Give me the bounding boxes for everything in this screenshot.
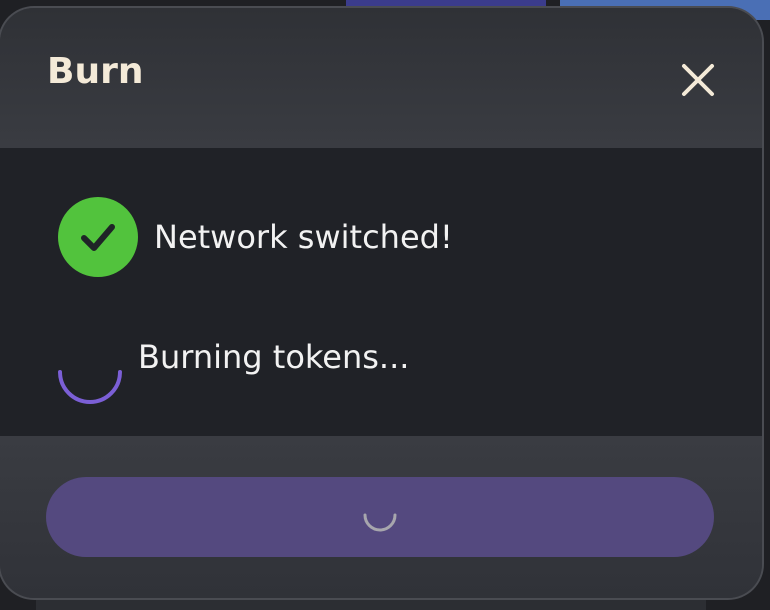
step-label: Network switched! bbox=[154, 218, 453, 256]
burn-modal: Burn Network switched! Burning tokens... bbox=[0, 8, 762, 598]
modal-header: Burn bbox=[0, 8, 762, 148]
check-circle-icon bbox=[58, 197, 138, 277]
close-button[interactable] bbox=[678, 60, 718, 100]
step-label: Burning tokens... bbox=[138, 338, 410, 376]
spinner-icon bbox=[56, 340, 124, 408]
modal-body: Network switched! Burning tokens... bbox=[0, 148, 762, 436]
burn-submit-button[interactable] bbox=[46, 477, 714, 557]
step-burning-tokens: Burning tokens... bbox=[56, 338, 410, 408]
spinner-icon bbox=[363, 513, 397, 532]
background-strip bbox=[36, 596, 706, 610]
modal-footer bbox=[0, 436, 762, 598]
modal-title: Burn bbox=[47, 51, 144, 92]
close-icon bbox=[682, 64, 714, 96]
step-network-switched: Network switched! bbox=[58, 197, 453, 277]
